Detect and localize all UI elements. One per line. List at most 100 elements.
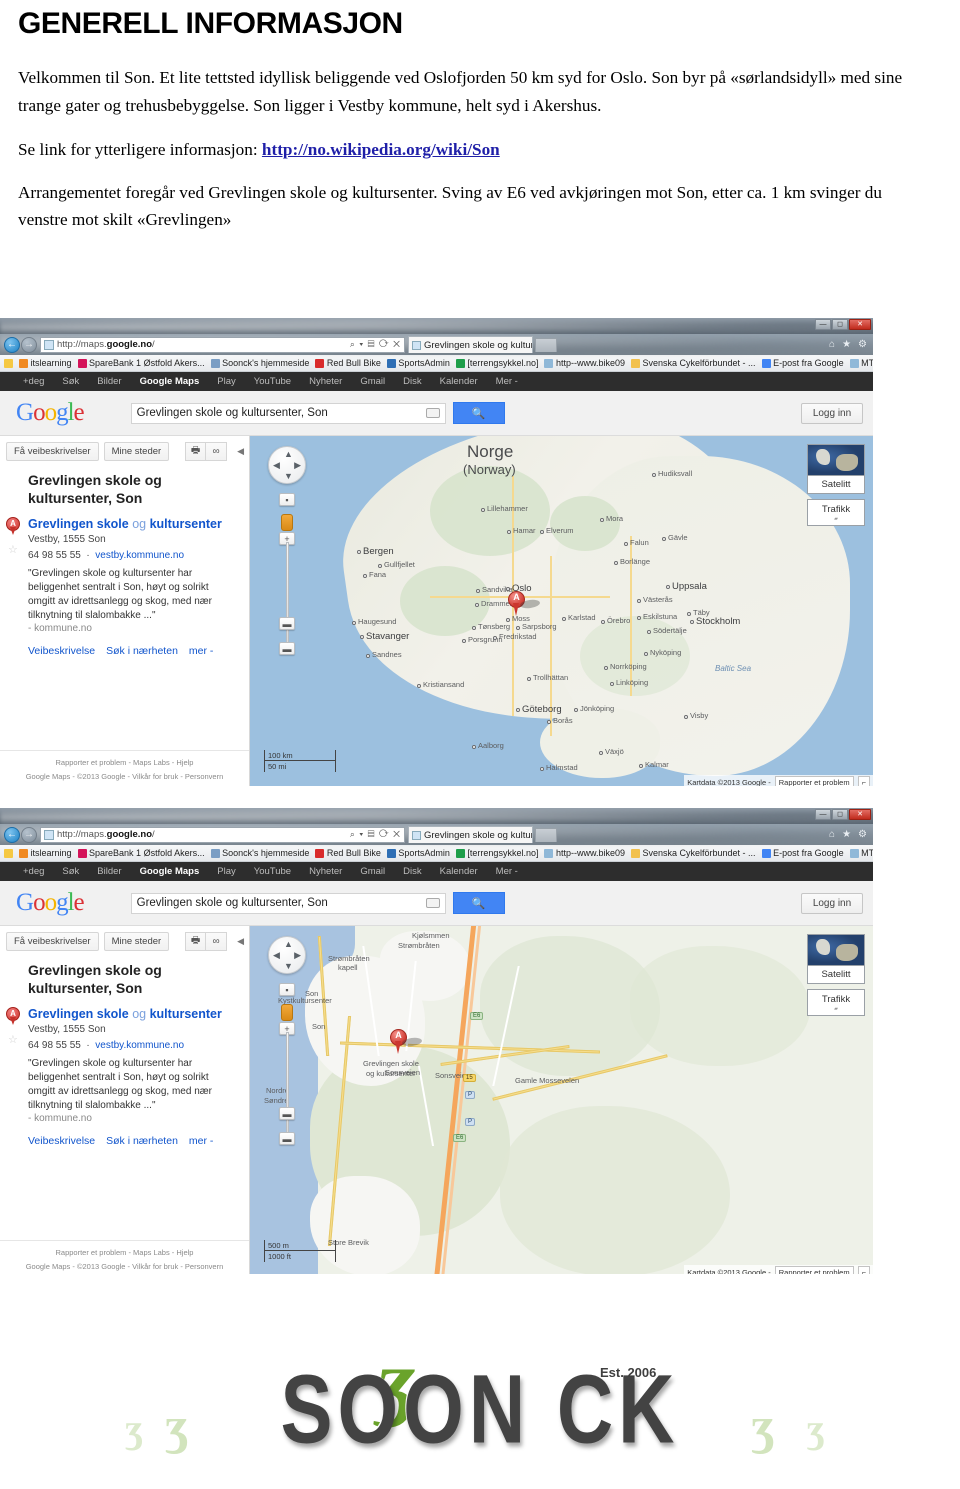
gnav-item-mer-2[interactable]: Mer - [487, 866, 527, 877]
maps-search-button[interactable]: 🔍 [452, 402, 505, 424]
link-icon[interactable]: ∞ [206, 441, 228, 461]
result-website[interactable]: vestby.kommune.no [95, 550, 184, 561]
map-marker-pin-detail[interactable]: A [390, 1029, 423, 1055]
pan-down-icon-2[interactable]: ▼ [284, 961, 293, 971]
footer-links-line1[interactable]: Rapporter et problem - Maps Labs - Hjelp [0, 756, 249, 770]
gnav-item-plusdeg[interactable]: +deg [14, 376, 53, 387]
save-star-icon[interactable]: ☆ [8, 543, 18, 556]
minimize-button-2[interactable]: — [815, 809, 831, 820]
gnav-item-google-maps-2[interactable]: Google Maps [131, 866, 209, 877]
keyboard-icon[interactable] [425, 408, 440, 418]
map-canvas-detail[interactable]: Strømbråten Kjølsmmen Strømbråten kapell Son… [250, 926, 873, 1274]
browser-tab[interactable]: Grevlingen skole og kulturs... ✕ [408, 336, 533, 353]
map-canvas-overview[interactable]: Norge (Norway) Lillehammer Hamar Elverum Mo… [250, 436, 873, 786]
login-button[interactable]: Logg inn [801, 402, 863, 424]
collapse-panel-icon-2[interactable]: ◀ [237, 936, 244, 947]
result-title-2[interactable]: Grevlingen skole og kultursenter [28, 1006, 237, 1022]
new-tab-button-2[interactable] [535, 827, 557, 842]
resize-icon-2[interactable]: ⌐ [857, 1266, 870, 1274]
bookmark-item-1[interactable]: SpareBank 1 Østfold Akers... [77, 358, 205, 368]
gnav-item-play-2[interactable]: Play [208, 866, 244, 877]
back-arrow-icon[interactable]: ← [4, 336, 20, 353]
gnav-item-bilder-2[interactable]: Bilder [88, 866, 130, 877]
home-icon[interactable]: ⌂ [829, 339, 835, 350]
pan-control-2[interactable]: ▲ ▼ ◀ ▶ [268, 936, 306, 974]
google-logo[interactable]: Google [10, 399, 85, 427]
map-marker-pin[interactable]: A [508, 591, 541, 617]
center-map-button-2[interactable]: ▪ [279, 983, 295, 996]
bookmark-item-5[interactable]: [terrengsykkel.no] [455, 358, 538, 368]
back-arrow-icon-2[interactable]: ← [4, 826, 20, 843]
address-bar-icons-2[interactable]: ⌕ ▾ ▤ ⟳ ✕ [350, 829, 401, 840]
zoom-slider-rail[interactable] [286, 542, 289, 646]
gnav-item-youtube[interactable]: YouTube [245, 376, 300, 387]
zoom-slider-rail-2[interactable] [286, 1032, 289, 1136]
favorites-star-icon[interactable]: ★ [842, 339, 851, 350]
google-logo-2[interactable]: Google [10, 889, 85, 917]
link-veibeskrivelse-2[interactable]: Veibeskrivelse [28, 1135, 95, 1147]
gnav-item-kalender-2[interactable]: Kalender [431, 866, 487, 877]
bookmark-item-3[interactable]: Red Bull Bike [315, 358, 381, 368]
get-directions-button-2[interactable]: Få veibeskrivelser [6, 931, 99, 951]
gnav-item-kalender[interactable]: Kalender [431, 376, 487, 387]
center-map-button[interactable]: ▪ [279, 493, 295, 506]
gnav-item-disk-2[interactable]: Disk [394, 866, 430, 877]
my-places-button[interactable]: Mine steder [103, 441, 170, 461]
pegman-streetview-icon[interactable] [281, 514, 293, 531]
bookmark-item-2-2[interactable]: Soonck's hjemmeside [210, 848, 309, 858]
bookmark-item-0[interactable]: itslearning [19, 358, 72, 368]
zoom-slider-handle[interactable]: ▬ [279, 617, 295, 630]
link-icon-2[interactable]: ∞ [206, 931, 228, 951]
gnav-item-sok[interactable]: Søk [53, 376, 88, 387]
report-problem-link-2[interactable]: Rapporter et problem [774, 1266, 854, 1274]
traffic-button[interactable]: Trafikk ▰ [807, 499, 865, 526]
search-result-item[interactable]: A ☆ Grevlingen skole og kultursenter Ves… [0, 507, 249, 657]
gnav-item-sok-2[interactable]: Søk [53, 866, 88, 877]
footer-links-line2-2[interactable]: Google Maps - ©2013 Google - Vilkår for … [0, 1260, 249, 1274]
minimize-button[interactable]: — [815, 319, 831, 330]
bookmark-item-5-2[interactable]: [terrengsykkel.no] [455, 848, 538, 858]
traffic-button-2[interactable]: Trafikk ▰ [807, 989, 865, 1016]
zoom-out-button-2[interactable]: ▬ [279, 1132, 295, 1145]
maps-search-input[interactable]: Grevlingen skole og kultursenter, Son [130, 402, 446, 424]
settings-gear-icon-2[interactable]: ⚙ [858, 829, 867, 840]
pan-up-icon[interactable]: ▲ [284, 449, 293, 459]
save-star-icon-2[interactable]: ☆ [8, 1033, 18, 1046]
bookmark-item-4[interactable]: SportsAdmin [386, 358, 450, 368]
link-sok-i-naerheten-2[interactable]: Søk i nærheten [106, 1135, 178, 1147]
link-mer-2[interactable]: mer - [189, 1135, 214, 1147]
my-places-button-2[interactable]: Mine steder [103, 931, 170, 951]
resize-icon[interactable]: ⌐ [857, 776, 870, 786]
browser-tab-2[interactable]: Grevlingen skole og kulturs... ✕ [408, 826, 533, 843]
satellite-button[interactable]: Satelitt [807, 476, 865, 494]
collapse-panel-icon[interactable]: ◀ [237, 446, 244, 457]
bookmark-item-6[interactable]: http--www.bike09 [544, 358, 625, 368]
bookmark-item-0-2[interactable]: itslearning [19, 848, 72, 858]
bookmark-item[interactable] [4, 358, 13, 368]
satellite-button-2[interactable]: Satelitt [807, 966, 865, 984]
address-bar[interactable]: http://maps.google.no/ ⌕ ▾ ▤ ⟳ ✕ [40, 336, 405, 353]
bookmark-item[interactable] [4, 848, 13, 858]
gnav-item-disk[interactable]: Disk [394, 376, 430, 387]
settings-gear-icon[interactable]: ⚙ [858, 339, 867, 350]
bookmark-item-7-2[interactable]: Svenska Cykelförbundet - ... [631, 848, 756, 858]
pegman-streetview-icon-2[interactable] [281, 1004, 293, 1021]
gnav-item-gmail[interactable]: Gmail [351, 376, 394, 387]
footer-links-line1-2[interactable]: Rapporter et problem - Maps Labs - Hjelp [0, 1246, 249, 1260]
pan-right-icon[interactable]: ▶ [294, 460, 301, 471]
gnav-item-gmail-2[interactable]: Gmail [351, 866, 394, 877]
gnav-item-play[interactable]: Play [208, 376, 244, 387]
maps-search-button-2[interactable]: 🔍 [452, 892, 505, 914]
pan-right-icon-2[interactable]: ▶ [294, 950, 301, 961]
pan-control[interactable]: ▲ ▼ ◀ ▶ [268, 446, 306, 484]
pan-left-icon[interactable]: ◀ [273, 460, 280, 471]
bookmark-item-8-2[interactable]: E-post fra Google [761, 848, 844, 858]
report-problem-link[interactable]: Rapporter et problem [774, 776, 854, 786]
pan-left-icon-2[interactable]: ◀ [273, 950, 280, 961]
bookmark-item-4-2[interactable]: SportsAdmin [386, 848, 450, 858]
new-tab-button[interactable] [535, 337, 557, 352]
maximize-button[interactable]: ◻ [832, 319, 848, 330]
zoom-slider-handle-2[interactable]: ▬ [279, 1107, 295, 1120]
maps-search-input-2[interactable]: Grevlingen skole og kultursenter, Son [130, 892, 446, 914]
gnav-item-bilder[interactable]: Bilder [88, 376, 130, 387]
